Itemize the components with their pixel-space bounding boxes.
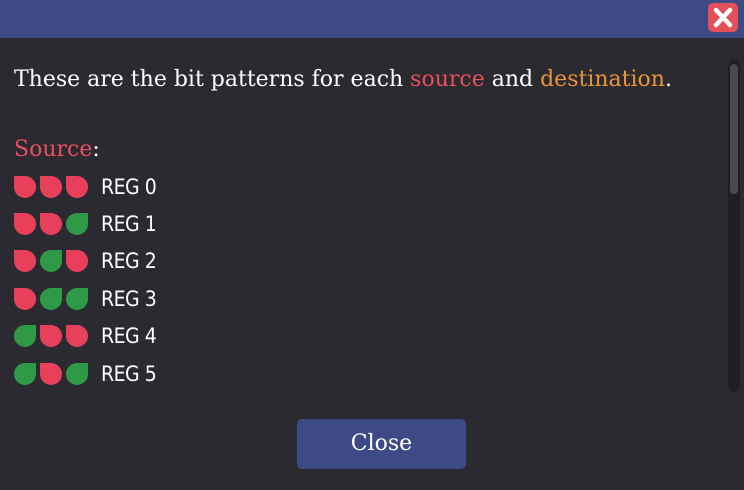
intro-text-before: These are the bit patterns for each xyxy=(14,67,411,92)
bit-pattern xyxy=(14,287,88,310)
vertical-scrollbar[interactable] xyxy=(728,60,740,392)
register-row: REG 5 xyxy=(14,355,714,392)
bit-pattern xyxy=(14,250,88,273)
green-leaf-icon xyxy=(40,250,62,273)
bit-pattern xyxy=(14,362,88,385)
register-row: REG 1 xyxy=(14,205,714,242)
green-leaf-icon xyxy=(40,287,62,310)
source-keyword: source xyxy=(410,67,485,92)
red-leaf-icon xyxy=(14,213,36,236)
red-leaf-icon xyxy=(40,175,62,198)
red-leaf-icon xyxy=(40,362,62,385)
register-label: REG 2 xyxy=(101,249,157,274)
register-row: REG 3 xyxy=(14,280,714,317)
register-label: REG 5 xyxy=(101,361,157,386)
register-list: REG 0 REG 1 REG 2 REG 3 REG 4 REG 5 xyxy=(14,168,714,392)
register-label: REG 0 xyxy=(101,174,157,199)
bit-pattern xyxy=(14,213,88,236)
green-leaf-icon xyxy=(66,213,88,236)
window-close-button[interactable] xyxy=(708,3,738,32)
register-label: REG 1 xyxy=(101,212,157,237)
red-leaf-icon xyxy=(14,250,36,273)
green-leaf-icon xyxy=(14,325,36,348)
red-leaf-icon xyxy=(14,287,36,310)
close-icon xyxy=(713,7,733,28)
red-leaf-icon xyxy=(66,175,88,198)
scrollbar-thumb[interactable] xyxy=(730,64,738,194)
destination-keyword: destination xyxy=(540,67,665,92)
source-heading-colon: : xyxy=(92,137,100,162)
green-leaf-icon xyxy=(66,287,88,310)
bit-pattern xyxy=(14,325,88,348)
register-row: REG 4 xyxy=(14,318,714,355)
red-leaf-icon xyxy=(66,250,88,273)
intro-text-after: . xyxy=(664,67,672,92)
red-leaf-icon xyxy=(40,213,62,236)
dialog-content: These are the bit patterns for each sour… xyxy=(14,62,714,392)
source-heading: Source: xyxy=(14,132,714,168)
bit-patterns-dialog: These are the bit patterns for each sour… xyxy=(0,0,744,490)
red-leaf-icon xyxy=(66,325,88,348)
register-row: REG 2 xyxy=(14,243,714,280)
red-leaf-icon xyxy=(40,325,62,348)
green-leaf-icon xyxy=(14,362,36,385)
register-row: REG 0 xyxy=(14,168,714,205)
source-heading-word: Source xyxy=(14,137,93,162)
green-leaf-icon xyxy=(66,362,88,385)
register-label: REG 3 xyxy=(101,286,157,311)
intro-text: These are the bit patterns for each sour… xyxy=(14,62,714,98)
dialog-titlebar[interactable] xyxy=(0,0,744,38)
red-leaf-icon xyxy=(14,175,36,198)
close-button[interactable]: Close xyxy=(297,419,466,469)
intro-text-middle: and xyxy=(484,67,541,92)
register-label: REG 4 xyxy=(101,324,157,349)
bit-pattern xyxy=(14,175,88,198)
